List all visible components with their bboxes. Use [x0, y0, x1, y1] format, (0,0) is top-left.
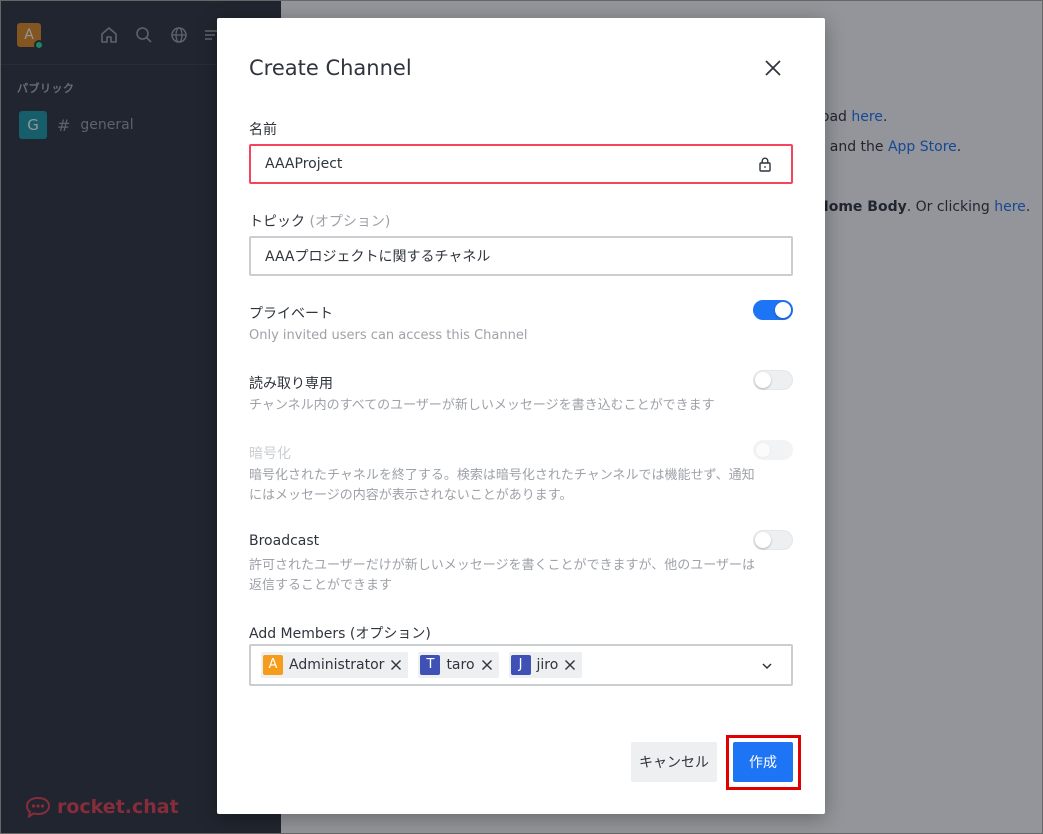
lock-icon	[759, 157, 771, 172]
create-button[interactable]: 作成	[733, 742, 793, 782]
member-avatar: A	[263, 655, 283, 675]
broadcast-label: Broadcast	[249, 533, 320, 549]
private-label: プライベート	[249, 306, 333, 322]
broadcast-toggle[interactable]	[753, 530, 793, 550]
create-channel-modal: Create Channel 名前 AAAProject トピック (オプション…	[217, 18, 825, 814]
remove-member-icon[interactable]	[481, 659, 493, 671]
close-icon[interactable]	[761, 56, 785, 80]
member-chip[interactable]: T taro	[418, 652, 499, 678]
topic-optional-text: (オプション)	[309, 214, 391, 230]
broadcast-hint: 許可されたユーザーだけが新しいメッセージを書くことができますが、他のユーザーは返…	[249, 558, 755, 593]
member-name: jiro	[536, 657, 559, 673]
name-field-value: AAAProject	[265, 156, 343, 172]
readonly-hint: チャンネル内のすべてのユーザーが新しいメッセージを書き込むことができます	[249, 398, 715, 413]
topic-label-text: トピック	[249, 214, 305, 230]
encrypted-hint: 暗号化されたチャネルを終了する。検索は暗号化されたチャンネルでは機能せず、通知に…	[249, 468, 755, 503]
member-name: Administrator	[289, 657, 385, 673]
readonly-toggle[interactable]	[753, 370, 793, 390]
remove-member-icon[interactable]	[564, 659, 576, 671]
name-label: 名前	[249, 122, 277, 138]
cancel-button[interactable]: キャンセル	[631, 742, 717, 782]
toggle-knob	[755, 532, 771, 548]
member-avatar: J	[510, 655, 531, 675]
member-chip[interactable]: A Administrator	[261, 652, 409, 678]
topic-field-value: AAAプロジェクトに関するチャネル	[265, 249, 491, 265]
members-label-text: Add Members	[249, 626, 346, 642]
toggle-knob	[775, 302, 791, 318]
private-toggle[interactable]	[753, 300, 793, 320]
topic-field[interactable]: AAAプロジェクトに関するチャネル	[249, 236, 793, 276]
modal-title: Create Channel	[249, 56, 412, 80]
encrypted-label: 暗号化	[249, 446, 291, 462]
private-hint: Only invited users can access this Chann…	[249, 328, 528, 343]
member-chip[interactable]: J jiro	[508, 652, 583, 678]
name-field[interactable]: AAAProject	[249, 144, 793, 184]
topic-label: トピック (オプション)	[249, 211, 390, 231]
toggle-knob	[755, 442, 771, 458]
toggle-knob	[755, 372, 771, 388]
member-name: taro	[446, 657, 475, 673]
member-avatar: T	[420, 655, 441, 675]
chevron-down-icon[interactable]	[761, 660, 773, 672]
readonly-label: 読み取り専用	[249, 376, 333, 392]
members-optional-text: (オプション)	[349, 626, 431, 642]
encrypted-toggle[interactable]	[753, 440, 793, 460]
members-label: Add Members (オプション)	[249, 623, 431, 643]
remove-member-icon[interactable]	[390, 659, 402, 671]
members-autocomplete[interactable]: A Administrator T taro J jiro	[249, 644, 793, 686]
